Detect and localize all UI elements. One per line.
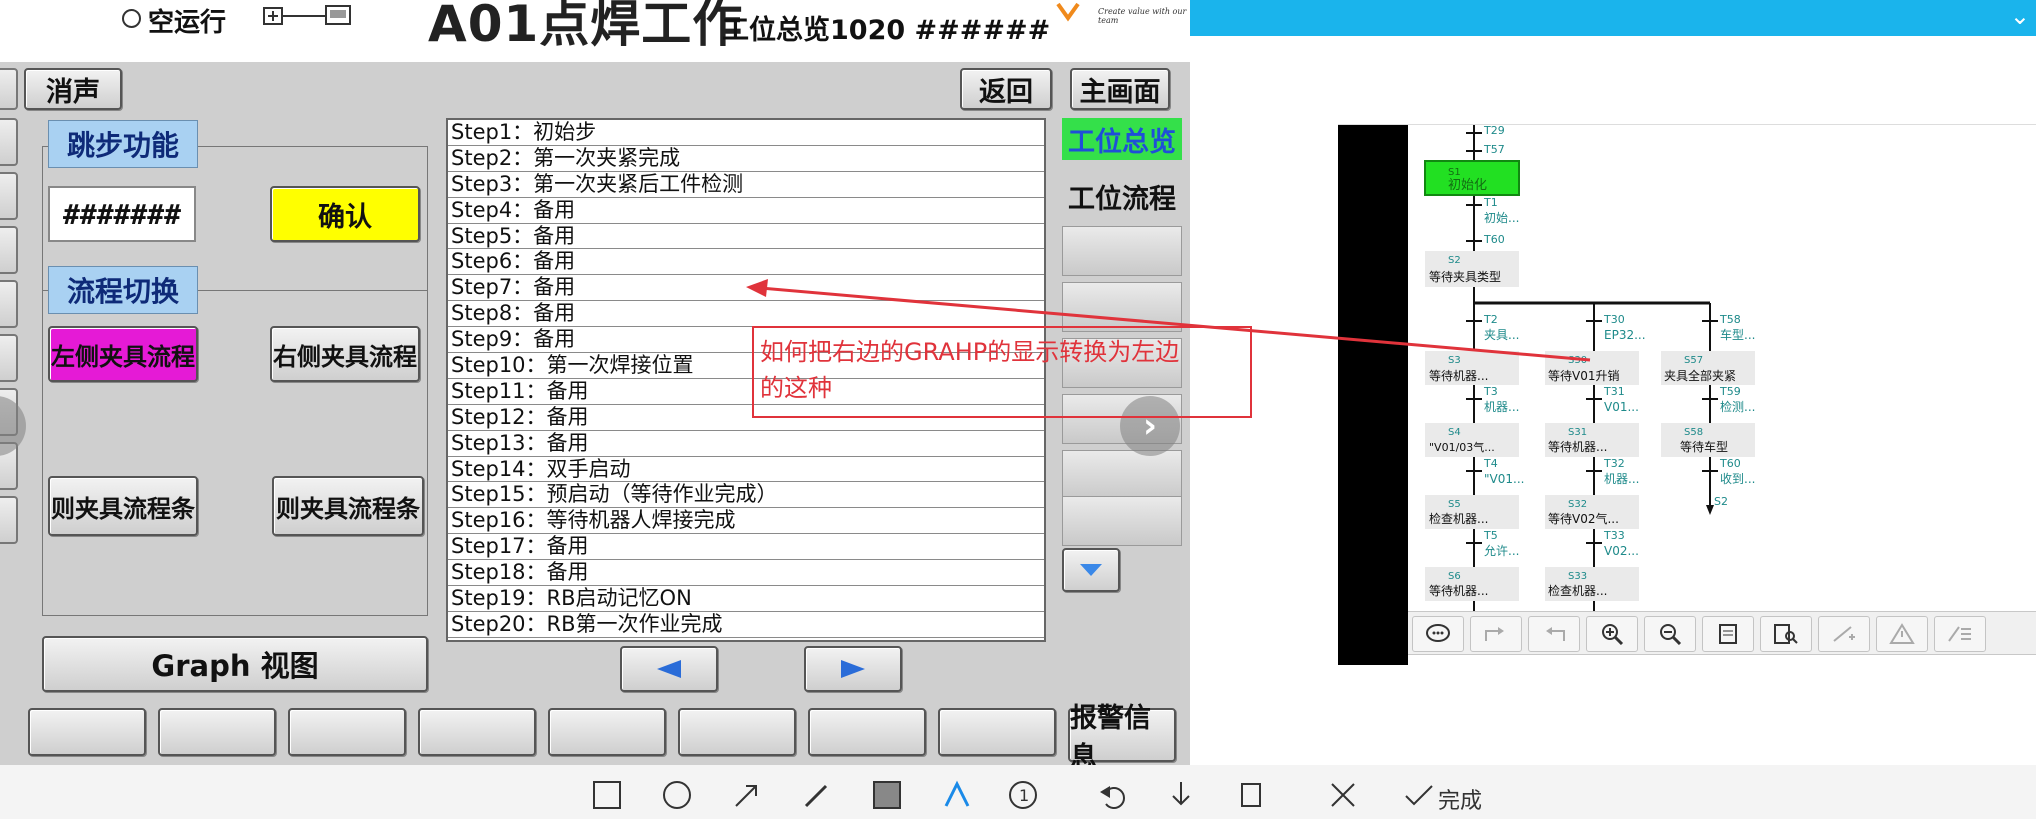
check-icon[interactable] xyxy=(1396,771,1442,819)
markup-toolbar: 1 完成 xyxy=(0,765,2036,819)
screenshot-root: 空运行 A01点焊工作 工位总览1020 ###### Create value… xyxy=(0,0,2036,819)
annotation-text: 如何把右边的GRAHP的显示转换为左边的这种 xyxy=(760,338,1180,402)
undo-icon[interactable] xyxy=(1090,771,1136,819)
number-tool-icon[interactable]: 1 xyxy=(1000,771,1046,819)
download-icon[interactable] xyxy=(1158,771,1204,819)
arrow-tool-icon[interactable] xyxy=(724,771,770,819)
rectangle-tool-icon[interactable] xyxy=(584,771,630,819)
mosaic-tool-icon[interactable] xyxy=(864,771,910,819)
text-tool-icon[interactable] xyxy=(934,771,980,819)
annotation-arrowhead-icon xyxy=(746,279,768,297)
ellipse-tool-icon[interactable] xyxy=(654,771,700,819)
close-icon[interactable] xyxy=(1320,771,1366,819)
done-label[interactable]: 完成 xyxy=(1438,783,1482,815)
pen-tool-icon[interactable] xyxy=(794,771,840,819)
svg-text:1: 1 xyxy=(1019,786,1029,805)
pin-icon[interactable] xyxy=(1228,771,1274,819)
